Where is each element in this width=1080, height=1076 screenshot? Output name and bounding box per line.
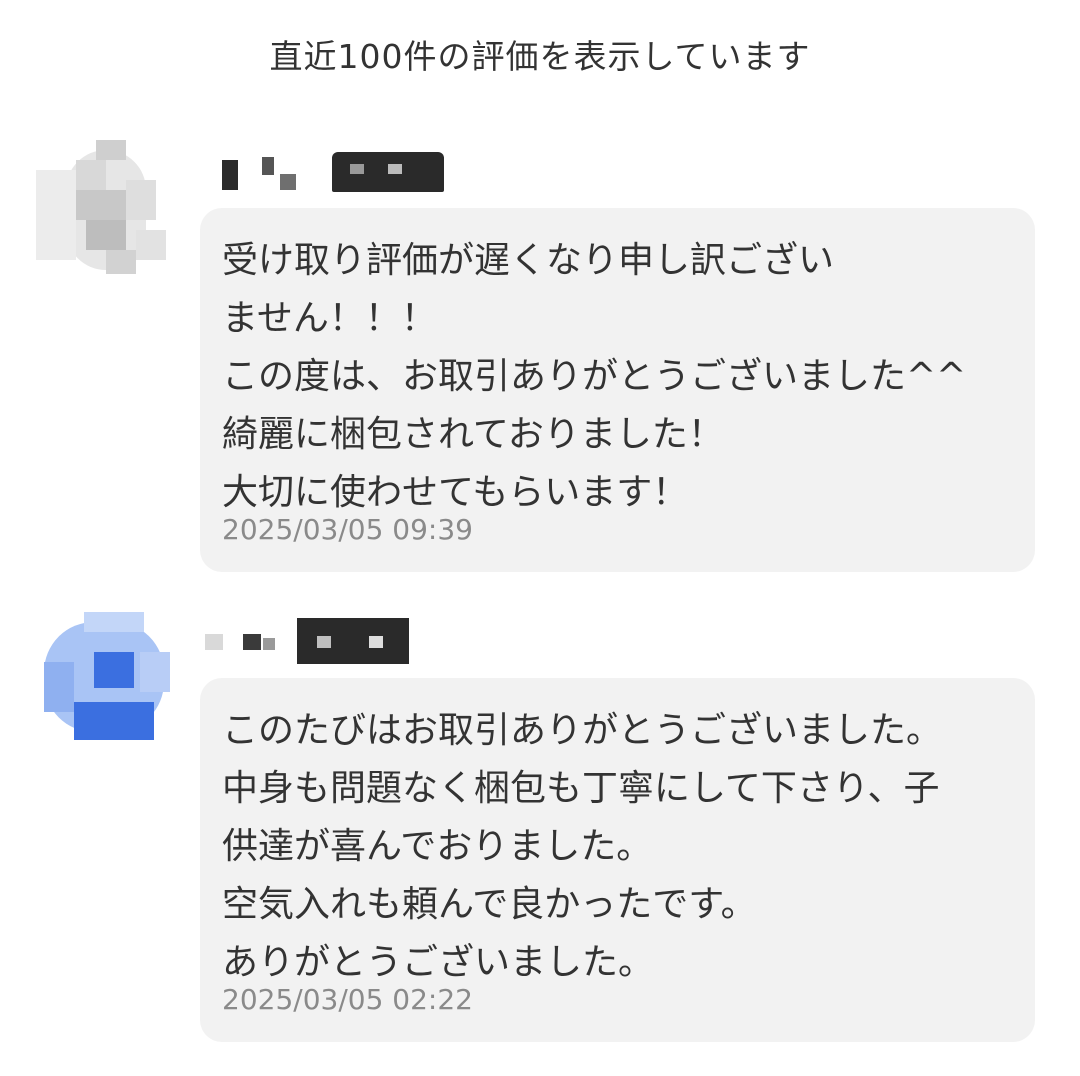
review-bubble: このたびはお取引ありがとうございました。 中身も問題なく梱包も丁寧にして下さり、…	[200, 678, 1035, 1042]
username-redacted[interactable]	[222, 152, 447, 192]
review-date: 2025/03/05 09:39	[222, 513, 473, 546]
username-redacted[interactable]	[205, 618, 410, 664]
review-bubble: 受け取り評価が遅くなり申し訳ござい ません！！！ この度は、お取引ありがとうござ…	[200, 208, 1035, 572]
page-title: 直近100件の評価を表示しています	[269, 37, 811, 76]
avatar-icon[interactable]	[36, 140, 170, 274]
review-date: 2025/03/05 02:22	[222, 983, 473, 1016]
review-comment: このたびはお取引ありがとうございました。 中身も問題なく梱包も丁寧にして下さり、…	[222, 710, 943, 983]
avatar-icon[interactable]	[44, 612, 178, 746]
review-comment: 受け取り評価が遅くなり申し訳ござい ません！！！ この度は、お取引ありがとうござ…	[222, 240, 967, 513]
